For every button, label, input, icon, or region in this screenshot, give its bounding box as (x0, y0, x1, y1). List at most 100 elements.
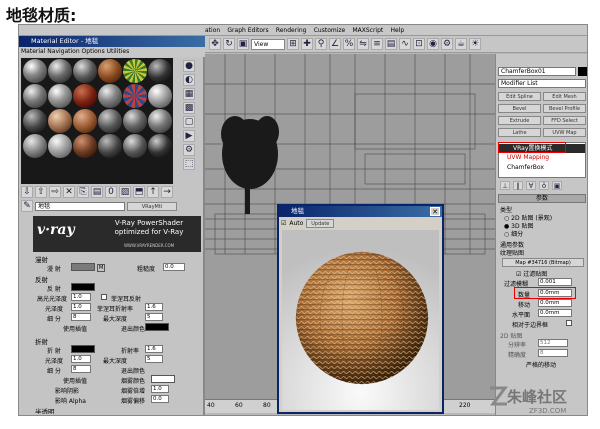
reset-map-icon[interactable]: ✕ (63, 186, 75, 198)
material-editor-icon[interactable]: ◉ (427, 38, 439, 50)
scale-icon[interactable]: ▣ (237, 38, 249, 50)
go-forward-icon[interactable]: → (161, 186, 173, 198)
bevel-button[interactable]: Bevel (498, 104, 541, 113)
fog-mult-field[interactable]: 1.0 (151, 385, 169, 393)
background-icon[interactable]: ▦ (183, 88, 195, 100)
quick-render-icon[interactable]: ☀ (469, 38, 481, 50)
pin-stack-icon[interactable]: ⊥ (500, 181, 510, 190)
refract-swatch[interactable] (71, 345, 95, 353)
resolution-field[interactable]: 512 (538, 339, 568, 347)
filter-map-checkbox[interactable]: ☑ 过滤贴图 (516, 269, 547, 278)
material-editor-title[interactable]: Material Editor - 地毯 (19, 36, 205, 47)
sample-slot[interactable] (72, 59, 97, 83)
go-to-parent-icon[interactable]: ↑ (147, 186, 159, 198)
make-unique-icon[interactable]: ∀ (526, 181, 536, 190)
material-name-field[interactable]: 地毯 (35, 201, 125, 211)
select-by-material-icon[interactable]: ⬚ (183, 158, 195, 170)
texture-map-button[interactable]: Map #34716 (Bitmap) (502, 258, 584, 267)
curve-editor-icon[interactable]: ∿ (399, 38, 411, 50)
sample-slot[interactable] (47, 84, 72, 108)
sample-slot[interactable] (47, 109, 72, 133)
align-icon[interactable]: ≡ (371, 38, 383, 50)
reflect-swatch[interactable] (71, 283, 95, 291)
filter-blur-field[interactable]: 0.001 (538, 278, 572, 286)
assign-material-icon[interactable]: ⇨ (49, 186, 61, 198)
subdiv-field[interactable]: 8 (71, 313, 91, 321)
gloss-field[interactable]: 1.0 (71, 303, 91, 311)
diffuse-map-button[interactable]: M (97, 264, 106, 272)
mirror-icon[interactable]: ⇋ (357, 38, 369, 50)
percent-snap-icon[interactable]: % (343, 38, 355, 50)
update-button[interactable]: Update (306, 218, 335, 228)
pick-material-icon[interactable]: ✎ (21, 200, 33, 212)
put-to-scene-icon[interactable]: ⇧ (35, 186, 47, 198)
pivot-icon[interactable]: ⊞ (287, 38, 299, 50)
sample-slot[interactable] (97, 134, 122, 158)
sample-slot[interactable] (147, 109, 172, 133)
material-editor-menu[interactable]: Material Navigation Options Utilities (19, 47, 205, 57)
menu-item[interactable]: ation (205, 27, 220, 34)
bevel-profile-button[interactable]: Bevel Profile (543, 104, 586, 113)
max-depth-field[interactable]: 5 (145, 313, 163, 321)
sample-slot[interactable] (72, 109, 97, 133)
hilight-field[interactable]: 1.0 (71, 293, 91, 301)
ffd-select-button[interactable]: FFD Select (543, 116, 586, 125)
diffuse-swatch[interactable] (71, 263, 95, 271)
roughness-field[interactable]: 0.0 (163, 263, 185, 271)
auto-checkbox[interactable]: ☑ (281, 220, 286, 227)
sample-slot[interactable] (47, 134, 72, 158)
sample-slot[interactable] (72, 84, 97, 108)
menu-item[interactable]: Customize (314, 27, 346, 34)
sample-type-icon[interactable]: ● (183, 60, 195, 72)
ior-field[interactable]: 1.6 (145, 345, 163, 353)
get-material-icon[interactable]: ⇩ (21, 186, 33, 198)
menu-item[interactable]: Rendering (276, 27, 307, 34)
sample-slot[interactable] (147, 59, 172, 83)
show-map-icon[interactable]: ▨ (119, 186, 131, 198)
sample-slot[interactable] (22, 84, 47, 108)
fog-bias-field[interactable]: 0.0 (151, 395, 169, 403)
material-effects-icon[interactable]: 0 (105, 186, 117, 198)
sample-slot[interactable] (22, 59, 47, 83)
rotate-icon[interactable]: ↻ (223, 38, 235, 50)
fresnel-checkbox[interactable] (101, 294, 107, 300)
lathe-button[interactable]: Lathe (498, 128, 541, 137)
sample-slot[interactable] (72, 134, 97, 158)
show-end-result-icon[interactable]: ⬒ (133, 186, 145, 198)
sample-slot[interactable] (122, 84, 147, 108)
sample-slot[interactable] (97, 59, 122, 83)
fog-color-swatch[interactable] (151, 375, 175, 383)
r-max-depth-field[interactable]: 5 (145, 355, 163, 363)
sample-slot[interactable] (122, 109, 147, 133)
menu-item[interactable]: MAXScript (352, 27, 383, 34)
sample-slot[interactable] (22, 134, 47, 158)
r-subdiv-field[interactable]: 8 (71, 365, 91, 373)
close-icon[interactable]: ✕ (430, 207, 440, 216)
uv-tiling-icon[interactable]: ▩ (183, 102, 195, 114)
layer-icon[interactable]: ▤ (385, 38, 397, 50)
schematic-icon[interactable]: ⊡ (413, 38, 425, 50)
remove-modifier-icon[interactable]: ǒ (539, 181, 549, 190)
map-window-title[interactable]: 地毯 (279, 206, 442, 217)
object-name-field[interactable]: ChamferBox01 (498, 67, 576, 76)
render-icon[interactable]: ☕ (455, 38, 467, 50)
make-preview-icon[interactable]: ▶ (183, 130, 195, 142)
uvw-map-button[interactable]: UVW Map (543, 128, 586, 137)
shift-field[interactable]: 0.0mm (538, 299, 572, 307)
render-setup-icon[interactable]: ⚙ (441, 38, 453, 50)
precision-field[interactable]: 8 (538, 349, 568, 357)
backlight-icon[interactable]: ◐ (183, 74, 195, 86)
sample-slot[interactable] (22, 109, 47, 133)
sample-slot[interactable] (122, 59, 147, 83)
exit-color-swatch[interactable] (145, 323, 169, 331)
make-unique-icon[interactable]: ⎘ (77, 186, 89, 198)
put-to-library-icon[interactable]: ▤ (91, 186, 103, 198)
configure-sets-icon[interactable]: ▣ (552, 181, 562, 190)
water-level-field[interactable]: 0.0mm (538, 309, 572, 317)
snap-icon[interactable]: ⚲ (315, 38, 327, 50)
params-rollout[interactable]: 参数 (498, 194, 586, 203)
relative-bbox-checkbox[interactable] (566, 320, 572, 326)
move-icon[interactable]: ✥ (209, 38, 221, 50)
type-sub-radio[interactable]: ○ 细分 (504, 229, 523, 238)
sample-slot[interactable] (147, 134, 172, 158)
